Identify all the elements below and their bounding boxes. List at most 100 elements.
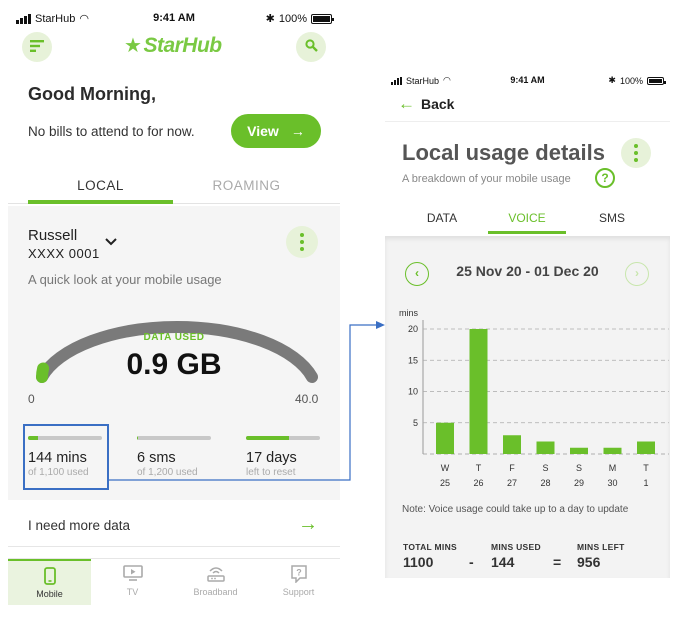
- battery-status: ✱ 100%: [265, 12, 334, 25]
- starhub-logo: ★ StarHub: [124, 33, 222, 58]
- usage-subtitle: A quick look at your mobile usage: [28, 272, 222, 287]
- next-week-button[interactable]: ›: [625, 262, 649, 286]
- nav-label: Support: [282, 587, 315, 597]
- x-tick-date-label: 30: [607, 478, 617, 488]
- y-tick-label: 15: [408, 355, 418, 365]
- x-tick-date-label: 28: [540, 478, 550, 488]
- view-bills-button[interactable]: View →: [231, 114, 321, 148]
- stat-progress-bar: [246, 436, 320, 440]
- total-mins-value: 1100: [403, 554, 434, 570]
- battery-percent: 100%: [278, 12, 307, 25]
- local-usage-details-screen: StarHub ◠ 9:41 AM ✱ 100% ← Back Local us…: [385, 64, 670, 578]
- minus-sign: -: [469, 554, 474, 570]
- stat-progress-bar: [137, 436, 211, 440]
- chart-bar: [436, 422, 454, 454]
- tab-roaming[interactable]: ROAMING: [174, 172, 319, 204]
- search-button[interactable]: [296, 32, 326, 62]
- days-left-stat[interactable]: 17 days left to reset: [246, 436, 320, 478]
- stat-progress-fill: [246, 436, 289, 440]
- nav-broadband[interactable]: Broadband: [174, 559, 257, 605]
- bills-status: No bills to attend to for now.: [28, 124, 195, 139]
- tab-sms[interactable]: SMS: [573, 202, 651, 234]
- x-tick-day-label: T: [476, 463, 482, 473]
- account-number: XXXX 0001: [28, 246, 100, 261]
- stat-subtext: left to reset: [246, 467, 296, 478]
- svg-text:?: ?: [296, 568, 302, 578]
- bluetooth-icon: ✱: [608, 75, 616, 85]
- total-mins-label: TOTAL MINS: [403, 542, 457, 552]
- need-more-data-link[interactable]: I need more data →: [8, 507, 340, 547]
- more-options-button[interactable]: [621, 138, 651, 168]
- x-tick-date-label: 1: [643, 478, 648, 488]
- x-tick-date-label: 26: [473, 478, 483, 488]
- search-icon: [304, 38, 318, 56]
- tab-local[interactable]: LOCAL: [28, 172, 173, 204]
- x-tick-date-label: 27: [507, 478, 517, 488]
- mins-used-value: 144: [491, 554, 515, 570]
- view-button-label: View: [247, 123, 279, 139]
- more-options-button[interactable]: [286, 226, 318, 258]
- bottom-navigation: Mobile TV Broadband ? Support: [8, 558, 340, 605]
- y-tick-label: 20: [408, 324, 418, 334]
- tab-data[interactable]: DATA: [403, 202, 481, 234]
- x-tick-day-label: S: [576, 463, 582, 473]
- data-used-value: 0.9 GB: [126, 348, 222, 381]
- header-divider: [385, 121, 670, 122]
- account-name: Russell: [28, 227, 78, 244]
- nav-mobile[interactable]: Mobile: [8, 559, 91, 605]
- x-tick-day-label: W: [441, 463, 450, 473]
- equals-sign: =: [553, 554, 562, 570]
- gauge-min-label: 0: [28, 392, 35, 406]
- page-title: Local usage details: [402, 140, 605, 165]
- help-icon[interactable]: ?: [595, 168, 615, 188]
- gauge-max-label: 40.0: [295, 392, 319, 406]
- mins-left-label: MINS LEFT: [577, 542, 625, 552]
- data-used-label: DATA USED: [143, 332, 205, 343]
- stat-value: 17 days: [246, 450, 297, 466]
- mins-left-value: 956: [577, 554, 601, 570]
- mobile-dashboard-screen: StarHub ◠ 9:41 AM ✱ 100% ★ StarHub Good …: [8, 0, 340, 605]
- filter-menu-button[interactable]: [22, 32, 52, 62]
- x-tick-date-label: 25: [440, 478, 450, 488]
- tab-voice[interactable]: VOICE: [488, 202, 566, 234]
- x-tick-day-label: M: [609, 463, 617, 473]
- chart-bar: [536, 441, 555, 454]
- annotation-highlight-box: [23, 424, 109, 490]
- chart-bar: [637, 441, 655, 454]
- battery-icon: [311, 13, 334, 24]
- need-more-data-label: I need more data: [28, 518, 131, 533]
- filter-icon: [30, 39, 44, 56]
- y-tick-label: 10: [408, 387, 418, 397]
- account-dropdown-chevron-icon[interactable]: [105, 234, 117, 249]
- bluetooth-icon: ✱: [265, 13, 275, 25]
- arrow-right-icon: →: [290, 123, 305, 139]
- status-bar: StarHub ◠ 9:41 AM ✱ 100%: [385, 64, 670, 98]
- stat-subtext: of 1,200 used: [137, 467, 198, 478]
- voice-usage-chart: mins 5 10 15 20 W 25 T 26 F 27 S 28 S 29 M 30 T 1: [399, 308, 669, 488]
- usage-region-tabs: LOCAL ROAMING: [8, 172, 340, 204]
- y-tick-label: 5: [413, 418, 418, 428]
- chart-bar: [469, 329, 488, 454]
- mins-used-label: MINS USED: [491, 542, 541, 552]
- chart-bar: [570, 447, 588, 454]
- status-bar: StarHub ◠ 9:41 AM ✱ 100%: [8, 0, 340, 34]
- sms-stat[interactable]: 6 sms of 1,200 used: [137, 436, 211, 478]
- stat-progress-fill: [137, 436, 139, 440]
- battery-percent: 100%: [619, 75, 643, 86]
- battery-status: ✱ 100%: [608, 75, 666, 86]
- x-tick-day-label: S: [542, 463, 548, 473]
- tv-icon: [91, 565, 174, 585]
- nav-support[interactable]: ? Support: [257, 559, 340, 605]
- battery-icon: [647, 76, 666, 85]
- stat-value: 6 sms: [137, 450, 176, 466]
- mobile-usage-card: Russell XXXX 0001 A quick look at your m…: [8, 206, 340, 500]
- logo-text: StarHub: [143, 33, 222, 57]
- chart-bar: [503, 435, 521, 454]
- chevron-right-icon: ›: [635, 266, 639, 280]
- page-subtitle: A breakdown of your mobile usage: [402, 173, 571, 185]
- back-button[interactable]: ← Back: [398, 94, 454, 114]
- chart-bar: [603, 447, 622, 454]
- phone-icon: [8, 567, 91, 587]
- nav-tv[interactable]: TV: [91, 559, 174, 605]
- y-axis-unit-label: mins: [399, 308, 419, 318]
